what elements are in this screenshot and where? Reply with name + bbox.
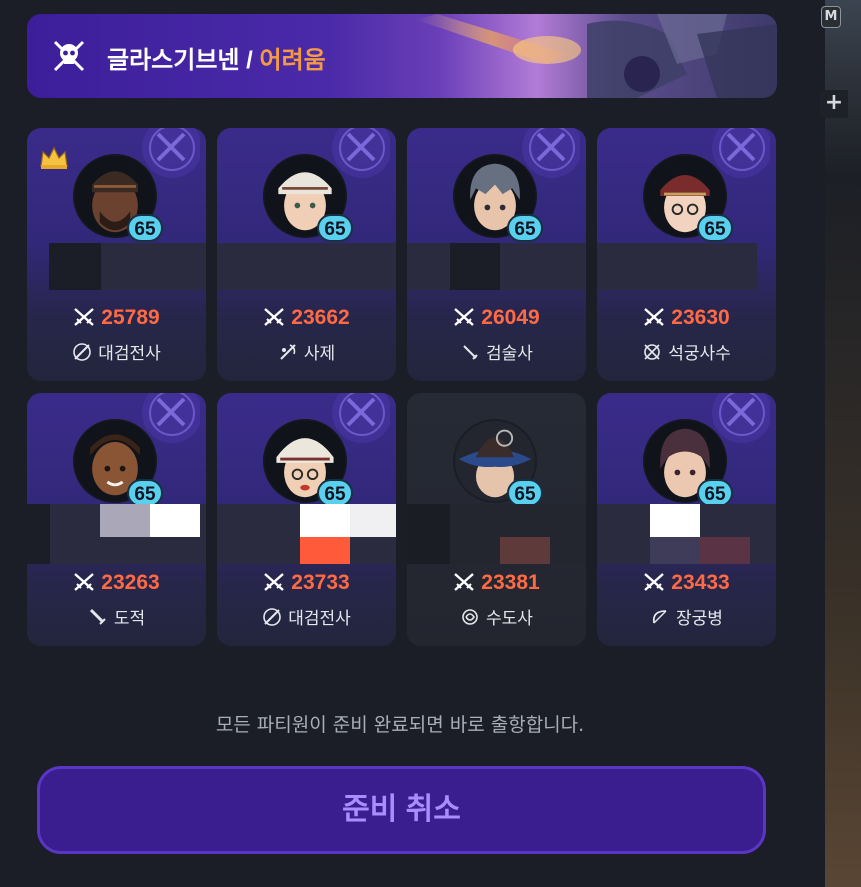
- combat-power-value: 26049: [481, 306, 540, 329]
- combat-power: 25789: [27, 306, 206, 330]
- character-class: 검술사: [407, 339, 586, 364]
- character-class: 대검전사: [217, 604, 396, 629]
- class-name: 사제: [303, 344, 336, 364]
- dungeon-title: 글라스기브넨 / 어려움: [107, 40, 326, 75]
- class-name: 수도사: [486, 609, 533, 629]
- player-name-redacted: [407, 504, 586, 564]
- party-member-card[interactable]: 65 23662 사제: [217, 128, 396, 381]
- dungeon-name: 글라스기브넨: [107, 47, 240, 74]
- combat-power: 23630: [597, 306, 776, 330]
- longbow-class-icon: [652, 610, 667, 624]
- party-ready-panel: 글라스기브넨 / 어려움 65 25789 대검전사 65 23662 사제 6…: [0, 0, 825, 887]
- sword-class-icon: [463, 345, 478, 360]
- combat-power: 23662: [217, 306, 396, 330]
- character-class: 석궁사수: [597, 339, 776, 364]
- combat-power: 26049: [407, 306, 586, 330]
- expand-plus-button[interactable]: +: [820, 90, 848, 118]
- character-level-badge: 65: [317, 214, 353, 242]
- player-name-redacted: [597, 504, 776, 564]
- cancel-ready-button[interactable]: 준비 취소: [37, 766, 766, 854]
- class-name: 석궁사수: [668, 344, 731, 364]
- map-hotkey-badge[interactable]: M: [821, 6, 841, 28]
- player-name-redacted: [49, 243, 206, 290]
- combat-power-value: 23381: [481, 571, 540, 594]
- crossed-swords-icon: [74, 573, 95, 591]
- class-name: 대검전사: [98, 344, 161, 364]
- class-name: 장궁병: [676, 609, 723, 629]
- crossed-swords-icon: [454, 308, 475, 326]
- combat-power-value: 25789: [101, 306, 160, 329]
- party-member-card[interactable]: 65 26049 검술사: [407, 128, 586, 381]
- greatsword-class-icon: [73, 343, 92, 361]
- character-level-badge: 65: [127, 214, 163, 242]
- combat-power-value: 23433: [671, 571, 730, 594]
- combat-power-value: 23733: [291, 571, 350, 594]
- party-member-card[interactable]: 65 23630 석궁사수: [597, 128, 776, 381]
- character-level-badge: 65: [317, 479, 353, 507]
- character-level-badge: 65: [697, 479, 733, 507]
- monk-class-icon: [462, 609, 478, 625]
- party-member-card[interactable]: 65 23381 수도사: [407, 393, 586, 646]
- party-leader-crown-icon: [40, 146, 68, 169]
- crossbow-class-icon: [644, 344, 661, 360]
- crossed-swords-icon: [264, 573, 285, 591]
- character-level-badge: 65: [507, 479, 543, 507]
- character-class: 장궁병: [597, 604, 776, 629]
- combat-power: 23733: [217, 571, 396, 595]
- banner-artwork: [417, 14, 777, 98]
- player-name-redacted: [597, 243, 757, 290]
- ready-status-note: 모든 파티원이 준비 완료되면 바로 출항합니다.: [215, 714, 585, 736]
- character-level-badge: 65: [507, 214, 543, 242]
- dagger-class-icon: [89, 608, 106, 625]
- player-name-redacted: [217, 243, 396, 290]
- crossed-swords-icon: [74, 308, 95, 326]
- character-class: 사제: [217, 339, 396, 364]
- class-name: 검술사: [486, 344, 533, 364]
- party-member-card[interactable]: 65 23433 장궁병: [597, 393, 776, 646]
- combat-power-value: 23662: [291, 306, 350, 329]
- party-member-card[interactable]: 65 25789 대검전사: [27, 128, 206, 381]
- dungeon-banner: 글라스기브넨 / 어려움: [27, 14, 777, 98]
- combat-power: 23263: [27, 571, 206, 595]
- character-level-badge: 65: [697, 214, 733, 242]
- combat-power-value: 23263: [101, 571, 160, 594]
- combat-power: 23381: [407, 571, 586, 595]
- party-member-card[interactable]: 65 23263 도적: [27, 393, 206, 646]
- crossed-swords-icon: [644, 308, 665, 326]
- character-level-badge: 65: [127, 479, 163, 507]
- character-class: 도적: [27, 604, 206, 629]
- player-name-redacted: [27, 504, 206, 564]
- crossed-swords-icon: [644, 573, 665, 591]
- game-background-edge: [825, 0, 861, 887]
- priest-class-icon: [280, 344, 296, 360]
- title-separator: /: [239, 47, 260, 74]
- greatsword-class-icon: [263, 608, 282, 626]
- crossed-swords-icon: [264, 308, 285, 326]
- crossed-swords-icon: [454, 573, 475, 591]
- combat-power: 23433: [597, 571, 776, 595]
- skull-crossbones-icon: [53, 40, 85, 72]
- difficulty-label: 어려움: [259, 47, 326, 74]
- combat-power-value: 23630: [671, 306, 730, 329]
- character-class: 대검전사: [27, 339, 206, 364]
- class-name: 도적: [113, 609, 146, 629]
- party-member-card[interactable]: 65 23733 대검전사: [217, 393, 396, 646]
- class-name: 대검전사: [288, 609, 351, 629]
- character-class: 수도사: [407, 604, 586, 629]
- player-name-redacted: [217, 504, 396, 564]
- player-name-redacted: [407, 243, 586, 290]
